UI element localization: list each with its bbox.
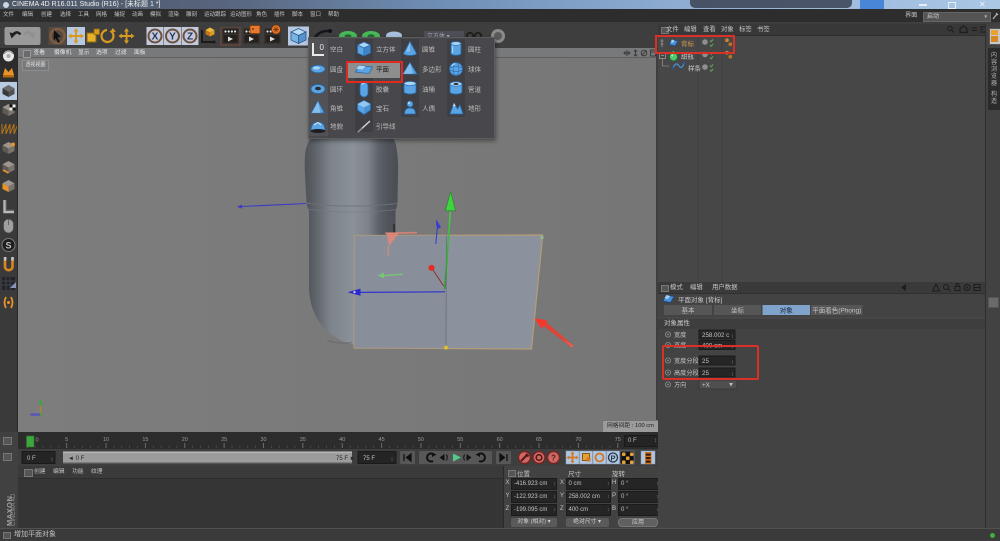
svg-text:引导线: 引导线: [376, 122, 396, 131]
svg-text:方向: 方向: [674, 381, 686, 389]
svg-text:30: 30: [260, 437, 266, 443]
svg-text:多边形: 多边形: [422, 65, 442, 74]
svg-text:宝石: 宝石: [376, 104, 390, 113]
svg-text:35: 35: [300, 437, 306, 443]
svg-text:基本: 基本: [682, 306, 696, 315]
svg-text:人偶: 人偶: [422, 104, 436, 113]
svg-text:75 F: 75 F: [363, 456, 375, 462]
svg-text:↕: ↕: [391, 457, 394, 463]
svg-text:60: 60: [497, 437, 503, 443]
svg-text:空白: 空白: [330, 45, 343, 54]
svg-text:75 F ►: 75 F ►: [336, 456, 356, 462]
svg-text:X: X: [152, 32, 159, 43]
svg-text:70: 70: [575, 437, 581, 443]
svg-text:0: 0: [320, 43, 325, 52]
svg-text:+X: +X: [702, 382, 710, 389]
svg-text:◄ 0 F: ◄ 0 F: [68, 456, 85, 462]
svg-text:角锥: 角锥: [330, 104, 344, 113]
svg-text:圆锥: 圆锥: [422, 45, 436, 54]
svg-text:Y: Y: [169, 32, 176, 43]
svg-text:圆环: 圆环: [330, 86, 344, 94]
svg-text:内容浏览器构造: 内容浏览器构造: [991, 51, 997, 105]
svg-text:平面着色(Phong): 平面着色(Phong): [812, 306, 861, 315]
svg-text:圆盘: 圆盘: [330, 65, 344, 74]
svg-text:球体: 球体: [468, 65, 482, 74]
svg-text:0: 0: [36, 438, 39, 444]
svg-text:P: P: [610, 454, 615, 463]
svg-text:地形: 地形: [468, 104, 482, 113]
svg-text:胶囊: 胶囊: [376, 85, 390, 94]
svg-text:45: 45: [379, 437, 385, 443]
svg-text:5: 5: [65, 437, 68, 443]
svg-text:75: 75: [615, 437, 621, 443]
svg-text:20: 20: [182, 437, 188, 443]
svg-text:?: ?: [551, 454, 556, 463]
svg-text:坐标: 坐标: [731, 306, 745, 315]
svg-text:10: 10: [103, 437, 109, 443]
svg-text:65: 65: [536, 437, 542, 443]
svg-text:S: S: [5, 241, 11, 251]
svg-text:对象属性: 对象属性: [664, 318, 691, 327]
svg-text:样条: 样条: [688, 64, 702, 73]
svg-text:50: 50: [418, 437, 424, 443]
svg-text:15: 15: [142, 437, 148, 443]
svg-text:圆柱: 圆柱: [468, 45, 482, 54]
svg-text:油桶: 油桶: [422, 85, 435, 94]
svg-text:55: 55: [457, 437, 463, 443]
svg-text:0 F: 0 F: [27, 456, 36, 462]
svg-text:Z: Z: [187, 32, 193, 43]
svg-text:对象: 对象: [780, 306, 794, 315]
svg-text:立方体: 立方体: [376, 45, 396, 54]
svg-text:地貌: 地貌: [330, 122, 344, 131]
svg-text:↕: ↕: [51, 457, 54, 463]
svg-text:↕: ↕: [731, 334, 734, 340]
svg-text:258.002 c: 258.002 c: [702, 332, 729, 339]
svg-text:平面对象 [背标]: 平面对象 [背标]: [678, 295, 723, 304]
svg-text:管道: 管道: [468, 85, 482, 94]
svg-text:宽度: 宽度: [674, 331, 686, 339]
svg-text:40: 40: [339, 437, 345, 443]
svg-text:25: 25: [221, 437, 227, 443]
